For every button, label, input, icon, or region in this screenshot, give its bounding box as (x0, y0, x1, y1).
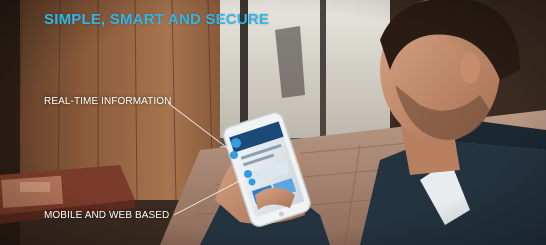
callout-realtime-information: REAL-TIME INFORMATION (44, 96, 172, 107)
background-photo (0, 0, 546, 245)
headline-title: SIMPLE, SMART AND SECURE (44, 11, 270, 28)
callout-mobile-web-based: MOBILE AND WEB BASED (44, 210, 170, 221)
video-frame: SIMPLE, SMART AND SECURE REAL-TIME INFOR… (0, 0, 546, 245)
